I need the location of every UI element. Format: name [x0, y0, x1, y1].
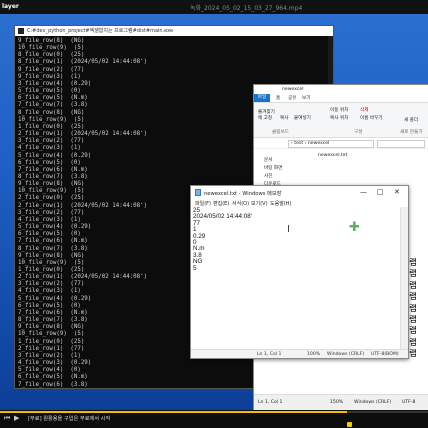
minimize-button[interactable]: —: [360, 188, 367, 196]
bg-status-enc: UTF-8: [402, 400, 416, 405]
notepad-title: newexcel.txt - Windows 메모장: [204, 191, 282, 197]
console-icon: [18, 28, 24, 34]
background-editor-status: Ln 1, Col 1 150% Windows (CRLF) UTF-8: [254, 394, 428, 410]
status-zoom: 100%: [307, 351, 321, 357]
organize-group-label: 구성: [354, 130, 363, 135]
console-line: 8_file_row(0) (25): [18, 52, 85, 59]
explorer-menu: 파일 홈 공유 보기: [254, 94, 428, 103]
console-title: C:#dev_python_project#엑셀합치는 프로그램#dist#ma…: [27, 28, 174, 34]
bg-status-eol: Windows (CRLF): [354, 400, 392, 405]
notepad-icon: [195, 189, 201, 196]
previous-icon[interactable]: ⏮: [4, 414, 10, 423]
notepad-menu-help[interactable]: 도움말(H): [270, 200, 291, 207]
move-cursor-icon: ✚: [349, 220, 360, 235]
console-title-bar[interactable]: C:#dev_python_project#엑셀합치는 프로그램#dist#ma…: [15, 26, 333, 36]
console-line: 9_file_row(8) (NG): [18, 38, 85, 44]
player-controls: ⏮ ▶ [무료] 원활용을 구입은 무료에서 시작: [0, 410, 428, 428]
nav-item-desktop[interactable]: 바탕 화면: [264, 165, 282, 171]
notepad-menu-view[interactable]: 보기(V): [251, 200, 268, 207]
menu-file[interactable]: 파일: [254, 94, 270, 102]
notepad-scrollbar[interactable]: [400, 207, 408, 350]
text-cursor: [288, 225, 289, 232]
track-title: [무료] 원활용을 구입은 무료에서 시작: [28, 416, 111, 422]
console-line: 9_file_row(2) (77): [18, 66, 85, 73]
notepad-window[interactable]: newexcel.txt - Windows 메모장 — □ ✕ 파일(F) 편…: [190, 185, 409, 359]
rename-button[interactable]: 이름 바꾸기: [360, 115, 383, 121]
player-top-bar: layer 녹화_2024_05_02_15_03_27_964.mp4: [0, 0, 428, 14]
explorer-title-bar[interactable]: newexcel: [254, 85, 428, 94]
notepad-menu-format[interactable]: 서식(O): [232, 200, 249, 207]
player-name: layer: [2, 3, 19, 10]
notepad-status-bar: Ln 1, Col 1 100% Windows (CRLF) UTF-8(BO…: [191, 349, 408, 358]
notepad-menu: 파일(F) 편집(E) 서식(O) 보기(V) 도움말(H): [191, 199, 408, 207]
playhead-marker: [347, 422, 352, 427]
console-line: 8_file_row(1) (2024/05/02 14:44:08'): [18, 59, 148, 66]
status-eol: Windows (CRLF): [327, 351, 365, 357]
search-box[interactable]: [377, 140, 425, 148]
seek-bar-fill: [0, 411, 347, 413]
desktop: C:#dev_python_project#엑셀합치는 프로그램#dist#ma…: [0, 14, 428, 410]
nav-item-documents[interactable]: 문서: [264, 157, 272, 163]
menu-view[interactable]: 보기: [302, 95, 310, 101]
copy-button[interactable]: 복사: [280, 115, 288, 121]
delete-button[interactable]: 삭제: [360, 107, 368, 113]
explorer-ribbon: 즐겨찾기에 고정 복사 붙여넣기 이동 위치 복사 위치 삭제 이름 바꾸기 새…: [254, 103, 428, 138]
address-path[interactable]: › test › newexcel: [288, 140, 374, 148]
menu-share[interactable]: 공유: [288, 95, 296, 101]
notepad-title-bar[interactable]: newexcel.txt - Windows 메모장 — □ ✕: [191, 186, 408, 199]
menu-home[interactable]: 홈: [276, 95, 280, 101]
paste-button[interactable]: 붙여넣기: [294, 115, 311, 121]
pin-button[interactable]: 즐겨찾기에 고정: [258, 109, 276, 121]
bg-status-pos: Ln 1, Col 1: [258, 400, 283, 405]
bg-status-zoom: 150%: [330, 400, 344, 405]
notepad-menu-edit[interactable]: 편집(E): [213, 200, 229, 207]
notepad-line: 2024/05/02 14:44:08': [193, 213, 252, 221]
video-filename: 녹화_2024_05_02_15_03_27_964.mp4: [190, 5, 303, 12]
maximize-button[interactable]: □: [377, 188, 384, 196]
copy-to-button[interactable]: 복사 위치: [330, 115, 348, 121]
play-icon[interactable]: ▶: [14, 414, 19, 422]
close-button[interactable]: ✕: [394, 188, 400, 196]
seek-bar[interactable]: [0, 411, 428, 413]
status-position: Ln 1, Col 1: [257, 351, 282, 357]
notepad-line: 5: [193, 264, 197, 272]
status-encoding: UTF-8(BOM): [371, 351, 399, 357]
console-line: 9_file_row(3) (1): [18, 73, 81, 80]
new-group-label: 새로 만들기: [400, 130, 423, 135]
explorer-title: newexcel: [282, 87, 304, 92]
notepad-text-area[interactable]: 25 2024/05/02 14:44:08' 77 1 0.29 0 N.m 3.8 NG 5: [193, 207, 252, 272]
file-item-newexcel[interactable]: newexcel.txt: [318, 153, 347, 158]
notepad-menu-file[interactable]: 파일(F): [195, 200, 211, 207]
nav-item-pictures[interactable]: 사진: [264, 173, 272, 179]
move-to-button[interactable]: 이동 위치: [330, 107, 348, 113]
console-line: 10_file_row(9) (5): [18, 45, 85, 52]
clipboard-group-label: 클립보드: [272, 130, 289, 135]
new-folder-button[interactable]: 새 폴더: [404, 117, 418, 123]
